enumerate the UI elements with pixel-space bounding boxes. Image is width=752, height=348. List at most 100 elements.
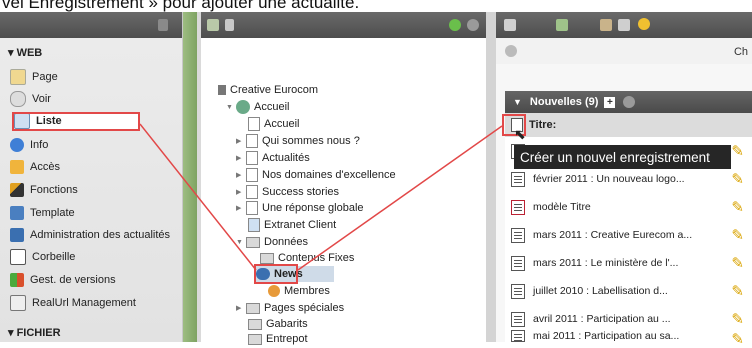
edit-pencil-icon[interactable]: ✎ [731,198,744,216]
table-row[interactable]: mars 2011 : Le ministère de l'... ✎ [505,249,752,278]
module-news-admin[interactable]: Administration des actualités [10,226,170,244]
table-row[interactable]: juillet 2010 : Labellisation d... ✎ [505,277,752,306]
eye-icon [10,91,26,107]
news-record-icon [511,171,525,187]
collapse-icon[interactable] [158,19,168,31]
page-icon [246,168,258,182]
edit-page-icon[interactable] [600,19,612,31]
tree-node[interactable]: ▶ Une réponse globale [236,200,364,216]
news-record-icon [511,255,525,271]
globe-icon [218,85,226,95]
new-page-icon[interactable] [618,19,630,31]
edit-pencil-icon[interactable]: ✎ [731,142,744,160]
module-page[interactable]: Page [10,68,58,86]
versions-icon [10,273,24,287]
tree-node[interactable]: ▶ Qui sommes nous ? [236,133,360,149]
section-web[interactable]: ▾ WEB [8,46,42,59]
help-icon[interactable] [467,19,479,31]
module-realurl[interactable]: RealUrl Management [10,294,136,312]
collapsed-icon[interactable]: ▶ [236,154,244,162]
page-icon [248,117,260,131]
refresh-icon[interactable] [449,19,461,31]
section-fichier[interactable]: ▾ FICHIER [8,326,61,339]
folder-icon [246,302,260,314]
column-header-row: Titre: [505,113,752,137]
module-versions[interactable]: Gest. de versions [10,271,116,289]
page-icon [246,151,258,165]
module-fonctions[interactable]: Fonctions [10,181,78,199]
folder-icon [260,252,274,264]
table-row[interactable]: modèle Titre ✎ [505,193,752,222]
folder-icon [248,333,262,345]
table-row[interactable]: mai 2011 : Participation au sa... ✎ [505,330,752,348]
news-table-header[interactable]: ▼ Nouvelles (9) + [505,91,752,113]
filter-icon[interactable] [225,19,234,31]
module-menu [0,12,183,342]
tree-node[interactable]: Accueil [248,116,299,132]
home-page-icon [236,100,250,114]
news-record-icon [511,199,525,215]
collapsed-icon[interactable]: ▶ [236,188,244,196]
help-icon[interactable] [505,45,517,57]
tree-node[interactable]: Extranet Client [248,217,336,233]
module-voir[interactable]: Voir [10,90,51,108]
edit-pencil-icon[interactable]: ✎ [731,282,744,300]
up-level-icon[interactable] [504,19,516,31]
tree-node-donnees[interactable]: ▼ Données [236,234,308,250]
cursor-icon: ⬉ [514,126,526,142]
module-info[interactable]: Info [10,136,48,154]
news-record-icon [511,227,525,243]
instruction-caption: vel Enregistrement » pour ajouter une ac… [0,0,752,12]
page-edit-icon [10,69,26,85]
trash-icon [10,249,26,265]
tree-root[interactable]: Creative Eurocom [218,82,318,98]
collapsed-icon[interactable]: ▶ [236,204,244,212]
info-icon [10,138,24,152]
highlight-news [254,264,298,284]
new-record-icon[interactable] [556,19,568,31]
collapsed-icon[interactable]: ▶ [236,137,244,145]
help-icon[interactable] [623,96,636,108]
edit-pencil-icon[interactable]: ✎ [731,330,744,348]
module-template[interactable]: Template [10,204,75,222]
edit-pencil-icon[interactable]: ✎ [731,310,744,328]
tree-node[interactable]: Gabarits [248,316,308,332]
news-record-icon [511,330,525,342]
collapsed-icon[interactable]: ▶ [236,171,244,179]
news-record-icon [511,311,525,327]
tree-node[interactable]: ▶ Nos domaines d'excellence [236,167,396,183]
tree-node[interactable]: ▶ Actualités [236,150,310,166]
ch-label: Ch [733,46,748,58]
module-acces[interactable]: Accès [10,158,60,176]
tree-scrollbar[interactable] [486,12,496,342]
module-menu-resizer[interactable] [183,12,197,342]
edit-pencil-icon[interactable]: ✎ [731,254,744,272]
add-record-icon[interactable]: + [604,96,616,108]
page-icon [246,134,258,148]
module-corbeille[interactable]: Corbeille [10,248,75,266]
folder-icon [246,236,260,248]
highlight-liste [12,112,140,131]
tree-node[interactable]: Entrepot [248,331,308,347]
new-page-icon[interactable] [207,19,219,31]
expand-icon[interactable]: ▼ [236,239,244,246]
collapse-icon[interactable]: ▼ [513,97,522,107]
edit-pencil-icon[interactable]: ✎ [731,226,744,244]
news-admin-icon [10,228,24,242]
table-row[interactable]: mars 2011 : Creative Eurecom a... ✎ [505,221,752,250]
edit-pencil-icon[interactable]: ✎ [731,170,744,188]
tree-node[interactable]: ▶ Success stories [236,184,339,200]
table-row[interactable]: février 2011 : Un nouveau logo... ✎ [505,165,752,194]
list-subtoolbar: Ch [496,38,752,65]
user-page-icon [248,218,260,232]
expand-icon[interactable]: ▼ [226,104,234,111]
column-title[interactable]: Titre: [529,119,556,131]
lightbulb-icon[interactable] [638,18,650,30]
tree-node-accueil-root[interactable]: ▼ Accueil [226,99,289,115]
tree-node[interactable]: Membres [268,283,330,299]
page-icon [246,185,258,199]
collapsed-icon[interactable]: ▶ [236,304,244,312]
news-record-icon [511,283,525,299]
tree-node[interactable]: ▶ Pages spéciales [236,300,344,316]
template-icon [10,206,24,220]
